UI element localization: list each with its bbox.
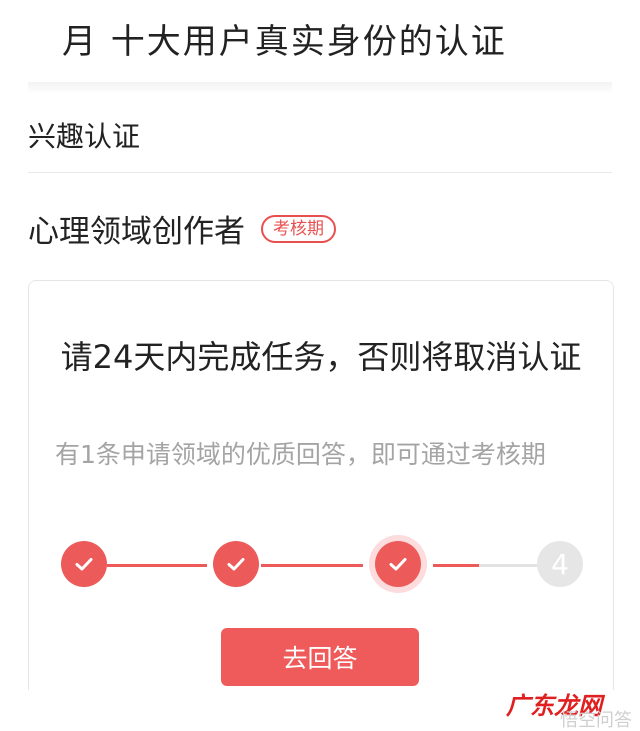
certification-title: 心理领域创作者	[28, 214, 245, 250]
step-3-current	[375, 541, 421, 587]
step-4-pending: 4	[537, 541, 583, 587]
interest-certification-header: 兴趣认证	[28, 120, 141, 153]
step-connector-3-filled	[433, 564, 479, 567]
step-connector-1	[107, 564, 207, 567]
task-description: 有1条申请领域的优质回答，即可通过考核期	[55, 440, 546, 469]
progress-stepper: 4	[29, 541, 615, 591]
top-cropped-strip: 月 十大用户真实身份的认证	[0, 0, 640, 92]
step-connector-3-empty	[479, 564, 539, 567]
step-connector-2	[261, 564, 363, 567]
checkmark-icon	[389, 558, 407, 571]
certification-title-row: 心理领域创作者 考核期	[28, 206, 336, 251]
answer-button[interactable]: 去回答	[221, 628, 419, 686]
divider	[28, 172, 612, 173]
card-edge-shadow	[28, 82, 612, 92]
step-1-complete	[61, 541, 107, 587]
checkmark-icon	[75, 558, 93, 571]
cropped-heading: 月 十大用户真实身份的认证	[62, 22, 507, 62]
step-2-complete	[213, 541, 259, 587]
task-title: 请24天内完成任务，否则将取消认证	[60, 338, 582, 376]
status-badge: 考核期	[261, 214, 336, 243]
checkmark-icon	[227, 558, 245, 571]
watermark-sub: 悟空问答	[560, 710, 632, 731]
